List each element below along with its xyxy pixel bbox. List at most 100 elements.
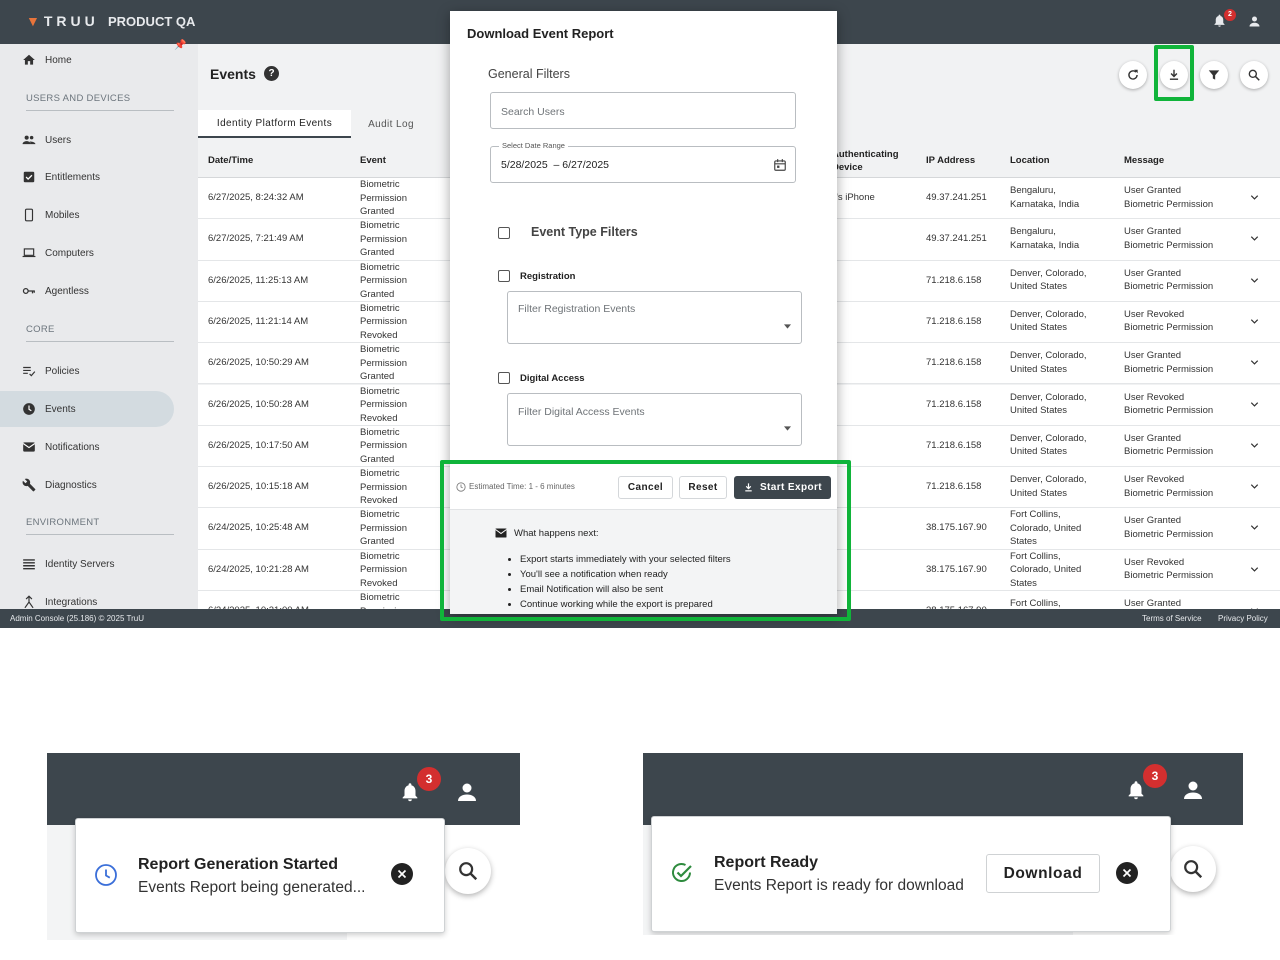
ip-cell: 71.218.6.158 [926, 315, 982, 327]
notification-count-badge: 3 [1143, 764, 1167, 788]
filter-button[interactable] [1200, 61, 1228, 89]
column-header-event[interactable]: Event [360, 155, 386, 166]
group-icon [22, 135, 36, 145]
date-range-label: Select Date Range [499, 141, 568, 150]
ip-cell: 38.175.167.90 [926, 522, 987, 534]
expand-chevron-icon[interactable] [1249, 192, 1260, 208]
page-title: Events [210, 66, 256, 82]
location-cell: Bengaluru, Karnataka, India [1010, 185, 1080, 210]
expand-chevron-icon[interactable] [1249, 316, 1260, 332]
clock-icon [23, 403, 35, 415]
location-cell: Bengaluru, Karnataka, India [1010, 226, 1080, 251]
date-cell: 6/26/2025, 10:17:50 AM [208, 439, 309, 451]
digital-access-label: Digital Access [520, 373, 585, 384]
laptop-icon [22, 248, 36, 258]
sidebar-item-mobiles[interactable]: Mobiles [22, 204, 177, 226]
registration-checkbox[interactable] [498, 270, 510, 282]
ip-cell: 49.37.241.251 [926, 192, 987, 203]
message-cell: User Granted Biometric Permission [1124, 432, 1214, 458]
message-cell: User Revoked Biometric Permission [1124, 556, 1214, 582]
event-cell: Biometric Permission Granted [360, 509, 407, 548]
toast-message: Events Report being generated... [138, 879, 366, 896]
privacy-policy-link[interactable]: Privacy Policy [1218, 614, 1268, 623]
home-icon [23, 54, 35, 65]
ip-cell: 71.218.6.158 [926, 481, 982, 493]
date-cell: 6/26/2025, 10:50:29 AM [208, 357, 309, 369]
date-range-picker[interactable]: Select Date Range 5/28/2025 – 6/27/2025 [490, 141, 796, 183]
sidebar-item-users[interactable]: Users [22, 129, 177, 151]
help-icon[interactable]: ? [264, 66, 279, 81]
search-icon [459, 862, 478, 881]
download-button-highlight [1154, 45, 1194, 101]
section-core: CORE [26, 324, 174, 342]
expand-chevron-icon[interactable] [1249, 564, 1260, 580]
message-cell: User Granted Biometric Permission [1124, 350, 1214, 375]
ip-cell: 71.218.6.158 [926, 274, 982, 286]
expand-chevron-icon[interactable] [1249, 233, 1260, 249]
sidebar-item-agentless[interactable]: Agentless [22, 280, 177, 302]
user-account-icon[interactable] [1181, 778, 1205, 807]
user-account-icon[interactable] [455, 780, 479, 809]
expand-chevron-icon[interactable] [1249, 522, 1260, 538]
search-icon [1184, 860, 1203, 879]
server-list-icon [23, 559, 35, 570]
date-cell: 6/26/2025, 11:25:13 AM [208, 274, 309, 286]
sidebar-item-events[interactable]: Events [0, 391, 174, 427]
ip-cell: 49.37.241.251 [926, 233, 987, 245]
expand-chevron-icon[interactable] [1249, 440, 1260, 456]
truu-logo[interactable]: ▼ TRUU [26, 13, 99, 29]
search-button[interactable] [445, 848, 491, 894]
expand-chevron-icon[interactable] [1249, 399, 1260, 415]
search-button[interactable] [1170, 846, 1216, 892]
location-cell: Denver, Colorado, United States [1010, 474, 1087, 499]
expand-chevron-icon[interactable] [1249, 275, 1260, 291]
calendar-icon[interactable] [773, 158, 787, 172]
digital-access-checkbox[interactable] [498, 372, 510, 384]
user-account-icon[interactable] [1247, 14, 1262, 34]
event-cell: Biometric Permission Granted [360, 344, 407, 383]
column-header-date[interactable]: Date/Time [208, 155, 253, 166]
digital-access-events-select[interactable]: Filter Digital Access Events [507, 393, 802, 446]
search-users-input[interactable]: Search Users [490, 92, 796, 129]
expand-chevron-icon[interactable] [1249, 481, 1260, 497]
message-cell: User Granted Biometric Permission [1124, 267, 1214, 293]
terms-of-service-link[interactable]: Terms of Service [1142, 614, 1202, 623]
location-cell: Fort Collins, Colorado, United States [1010, 550, 1082, 589]
integration-icon [24, 595, 34, 609]
tab-audit-log[interactable]: Audit Log [351, 110, 431, 138]
sidebar-item-policies[interactable]: Policies [22, 360, 177, 382]
section-environment: ENVIRONMENT [26, 517, 174, 535]
toast-title: Report Generation Started [138, 856, 339, 873]
sidebar-item-computers[interactable]: Computers [22, 242, 177, 264]
column-header-message[interactable]: Message [1124, 155, 1164, 166]
sidebar-item-notifications[interactable]: Notifications [22, 436, 177, 458]
dialog-title: Download Event Report [467, 26, 614, 41]
sidebar-item-entitlements[interactable]: Entitlements [22, 166, 177, 188]
column-header-ip-address[interactable]: IP Address [926, 155, 975, 166]
section-users-and-devices: USERS AND DEVICES [26, 93, 174, 111]
registration-events-select[interactable]: Filter Registration Events [507, 291, 802, 344]
sidebar-item-home[interactable]: Home [22, 49, 177, 71]
download-button[interactable]: Download [986, 854, 1100, 893]
sidebar-item-identity-servers[interactable]: Identity Servers [22, 553, 177, 575]
event-cell: Biometric Permission Granted [360, 261, 407, 300]
report-started-crop: 3 Report Generation Started Events Repor… [47, 753, 520, 940]
message-cell: User Granted Biometric Permission [1124, 226, 1214, 251]
general-filters-heading: General Filters [488, 67, 570, 81]
key-icon [22, 288, 35, 294]
sidebar-item-diagnostics[interactable]: Diagnostics [22, 474, 177, 496]
tab-identity-platform-events[interactable]: Identity Platform Events [198, 110, 351, 138]
notifications-bell-icon[interactable] [1125, 778, 1147, 807]
search-button[interactable] [1240, 61, 1268, 89]
close-icon[interactable] [391, 863, 413, 885]
event-type-filters-checkbox[interactable] [498, 227, 510, 239]
filter-icon [1208, 70, 1220, 80]
location-cell: Denver, Colorado, United States [1010, 308, 1087, 334]
close-icon[interactable] [1116, 862, 1138, 884]
expand-chevron-icon[interactable] [1249, 357, 1260, 373]
column-header-location[interactable]: Location [1010, 155, 1050, 166]
message-cell: User Revoked Biometric Permission [1124, 308, 1214, 334]
column-header-authenticating-device[interactable]: Authenticating Device [832, 148, 899, 174]
refresh-button[interactable] [1119, 61, 1147, 89]
location-cell: Denver, Colorado, United States [1010, 391, 1087, 417]
